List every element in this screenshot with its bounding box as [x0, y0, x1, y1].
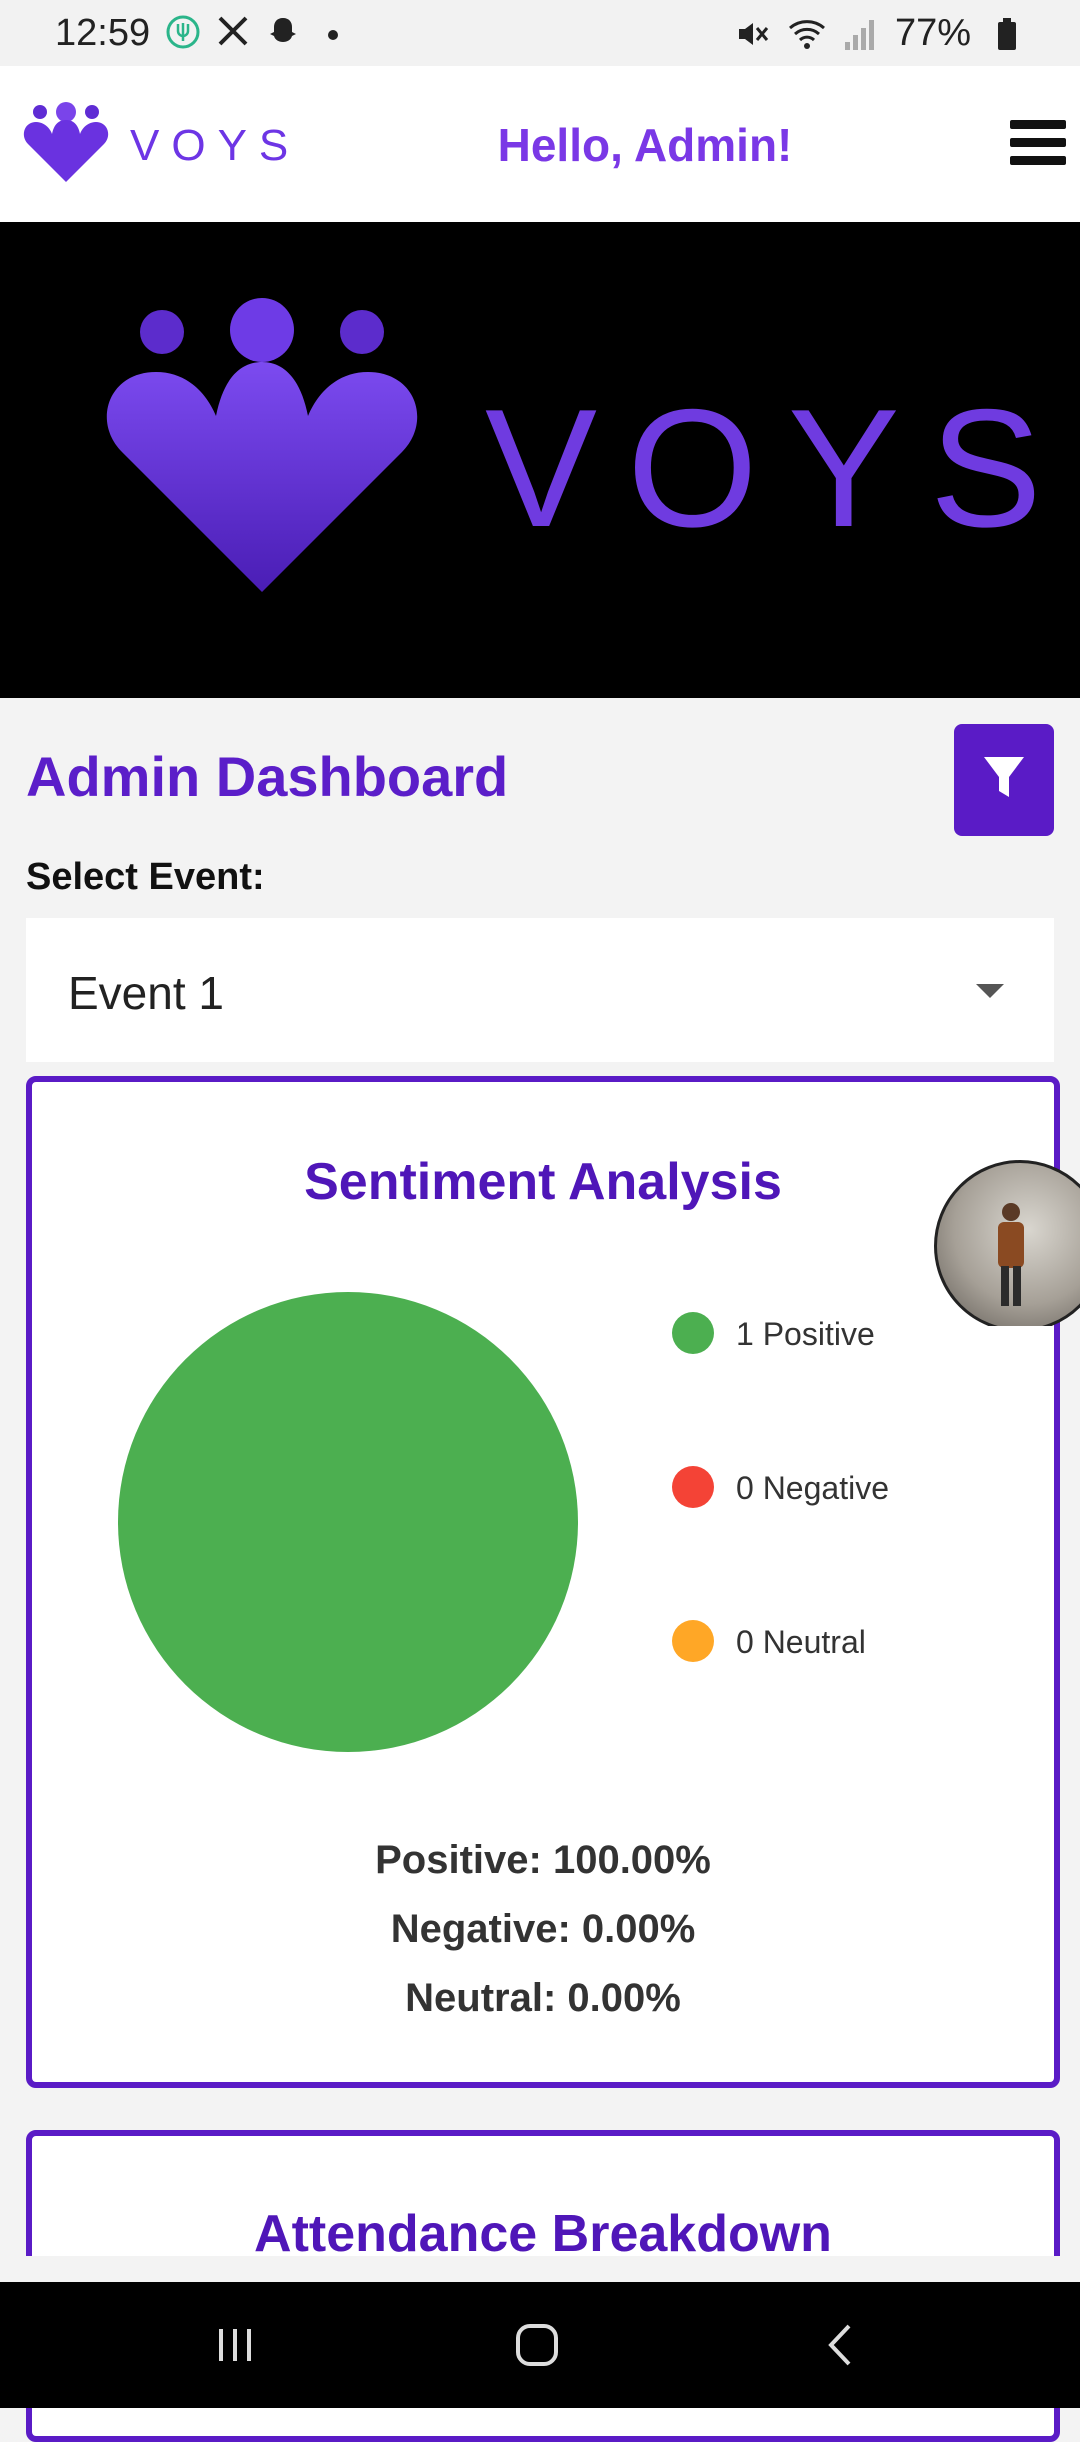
recents-icon[interactable]	[190, 2310, 280, 2380]
filter-button[interactable]	[954, 724, 1054, 836]
attendance-title: Attendance Breakdown	[254, 2205, 832, 2263]
sentiment-title: Sentiment Analysis	[304, 1153, 782, 1211]
snapchat-icon	[265, 14, 301, 50]
legend-label-negative: 0 Negative	[736, 1470, 889, 1506]
hamburger-icon[interactable]	[1010, 120, 1066, 168]
home-icon[interactable]	[492, 2310, 582, 2380]
legend-dot-negative	[672, 1466, 714, 1508]
chevron-down-icon	[976, 984, 1004, 998]
battery-icon	[989, 16, 1025, 52]
hero-logo-icon	[92, 292, 432, 607]
legend-dot-neutral	[672, 1620, 714, 1662]
hero-banner: VOYS	[0, 222, 1080, 698]
legend-label-positive: 1 Positive	[736, 1316, 875, 1352]
battery-percent: 77%	[894, 12, 971, 54]
status-time: 12:59	[55, 12, 151, 54]
person-icon	[998, 1203, 1024, 1306]
legend-dot-positive	[672, 1312, 714, 1354]
x-icon	[215, 14, 251, 50]
status-bar: 12:59 77%	[0, 0, 1080, 66]
stat-neutral: Neutral: 0.00%	[405, 1976, 681, 2020]
brand-logo[interactable]: VOYS	[20, 102, 300, 189]
hero-brand-name: VOYS	[485, 374, 1072, 562]
scroll-edge	[0, 2256, 1080, 2282]
sentiment-pie-chart	[118, 1292, 578, 1752]
sentiment-card: Sentiment Analysis 1 Positive 0 Negative…	[26, 1076, 1060, 2088]
signal-icon	[841, 16, 877, 52]
sentiment-stats: Positive: 100.00% Negative: 0.00% Neutra…	[32, 1838, 1054, 2045]
stat-positive: Positive: 100.00%	[375, 1838, 711, 1882]
system-nav-bar	[0, 2282, 1080, 2408]
mute-icon	[733, 16, 769, 52]
wifi-icon	[787, 16, 825, 52]
pie-slice-positive[interactable]	[118, 1292, 578, 1752]
select-event-label: Select Event:	[26, 856, 265, 898]
event-select-value: Event 1	[68, 967, 224, 1019]
legend-label-neutral: 0 Neutral	[736, 1624, 866, 1660]
page-title: Admin Dashboard	[26, 745, 509, 808]
dot-icon	[315, 14, 351, 50]
app-header: VOYS Hello, Admin!	[0, 66, 1080, 222]
voys-logo-icon	[20, 102, 112, 189]
back-icon[interactable]	[796, 2310, 886, 2380]
filter-icon	[982, 755, 1026, 806]
floating-avatar-bubble[interactable]	[934, 1160, 1080, 1326]
brand-name: VOYS	[130, 120, 301, 170]
event-select[interactable]: Event 1	[26, 918, 1054, 1062]
stat-negative: Negative: 0.00%	[390, 1907, 696, 1951]
fork-icon	[165, 14, 201, 50]
